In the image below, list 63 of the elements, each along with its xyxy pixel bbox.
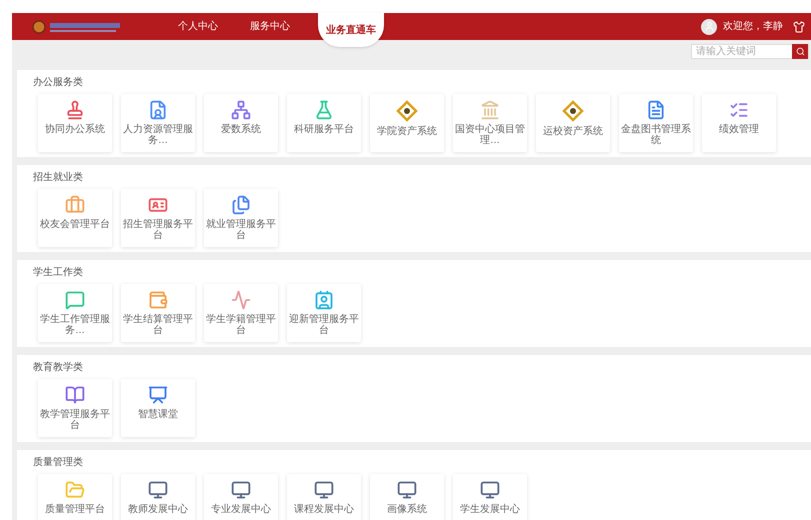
document-person-icon xyxy=(148,100,168,120)
folder-icon xyxy=(65,480,85,500)
welcome-text: 欢迎您，李静 xyxy=(723,20,783,34)
app-tile[interactable]: 学生发展中心 xyxy=(453,474,527,520)
app-tile[interactable]: 人力资源管理服务… xyxy=(121,94,195,152)
app-tile[interactable]: 专业发展中心 xyxy=(204,474,278,520)
search-button[interactable] xyxy=(792,44,808,58)
app-tile[interactable]: 招生管理服务平台 xyxy=(121,189,195,247)
wallet-icon xyxy=(148,290,168,310)
app-tile[interactable]: 学生学籍管理平台 xyxy=(204,284,278,342)
app-tile[interactable]: 协同办公系统 xyxy=(38,94,112,152)
app-tile[interactable]: 绩效管理 xyxy=(702,94,776,152)
app-tile[interactable]: 就业管理服务平台 xyxy=(204,189,278,247)
shirt-icon[interactable] xyxy=(793,20,805,32)
category-title: 质量管理类 xyxy=(33,457,84,469)
contact-card-icon xyxy=(314,290,334,310)
person-icon xyxy=(704,21,714,32)
chat-bubble-icon xyxy=(65,290,85,310)
monitor-icon xyxy=(148,480,168,500)
nav-tab[interactable]: 个人中心 xyxy=(174,13,222,40)
briefcase-icon xyxy=(65,195,85,215)
app-tile[interactable]: 教学管理服务平台 xyxy=(38,379,112,437)
app-tile[interactable]: 质量管理平台 xyxy=(38,474,112,520)
flask-icon xyxy=(314,100,334,120)
monitor-icon xyxy=(397,480,417,500)
user-avatar[interactable] xyxy=(701,18,717,34)
category-title: 办公服务类 xyxy=(33,77,84,89)
app-tile[interactable]: 国资中心项目管理… xyxy=(453,94,527,152)
app-tile[interactable]: 科研服务平台 xyxy=(287,94,361,152)
app-tile[interactable]: 运校资产系统 xyxy=(536,94,610,152)
app-tile[interactable]: 爱数系统 xyxy=(204,94,278,152)
app-tile[interactable]: 画像系统 xyxy=(370,474,444,520)
landmark-icon xyxy=(480,100,500,120)
category-title: 学生工作类 xyxy=(33,267,84,279)
presentation-board-icon xyxy=(148,385,168,405)
monitor-icon xyxy=(480,480,500,500)
nav-tab[interactable]: 业务直通车 xyxy=(318,13,384,47)
app-tile[interactable]: 学院资产系统 xyxy=(370,94,444,152)
app-tile[interactable]: 课程发展中心 xyxy=(287,474,361,520)
category-title: 招生就业类 xyxy=(33,172,84,184)
app-tile[interactable]: 金盘图书管理系统 xyxy=(619,94,693,152)
files-icon xyxy=(231,195,251,215)
app-tile[interactable]: 迎新管理服务平台 xyxy=(287,284,361,342)
category-title: 教育教学类 xyxy=(33,362,84,374)
nav-tab[interactable]: 服务中心 xyxy=(246,13,294,40)
list-icon xyxy=(729,100,749,120)
search-icon xyxy=(796,46,804,56)
app-tile[interactable]: 学生工作管理服务… xyxy=(38,284,112,342)
app-tile[interactable]: 智慧课堂 xyxy=(121,379,195,437)
book-icon xyxy=(65,385,85,405)
network-icon xyxy=(231,100,251,120)
search-input[interactable]: 请输入关键词 xyxy=(692,44,792,58)
diamond-emblem-icon xyxy=(396,100,418,122)
search-field[interactable]: 请输入关键词 xyxy=(691,44,809,58)
app-tile[interactable]: 学生结算管理平台 xyxy=(121,284,195,342)
chart-line-icon xyxy=(231,290,251,310)
monitor-icon xyxy=(314,480,334,500)
app-tile[interactable]: 教师发展中心 xyxy=(121,474,195,520)
stamp-icon xyxy=(65,100,85,120)
app-tile[interactable]: 校友会管理平台 xyxy=(38,189,112,247)
diamond-emblem-icon xyxy=(562,100,584,122)
document-icon xyxy=(646,100,666,120)
monitor-icon xyxy=(231,480,251,500)
